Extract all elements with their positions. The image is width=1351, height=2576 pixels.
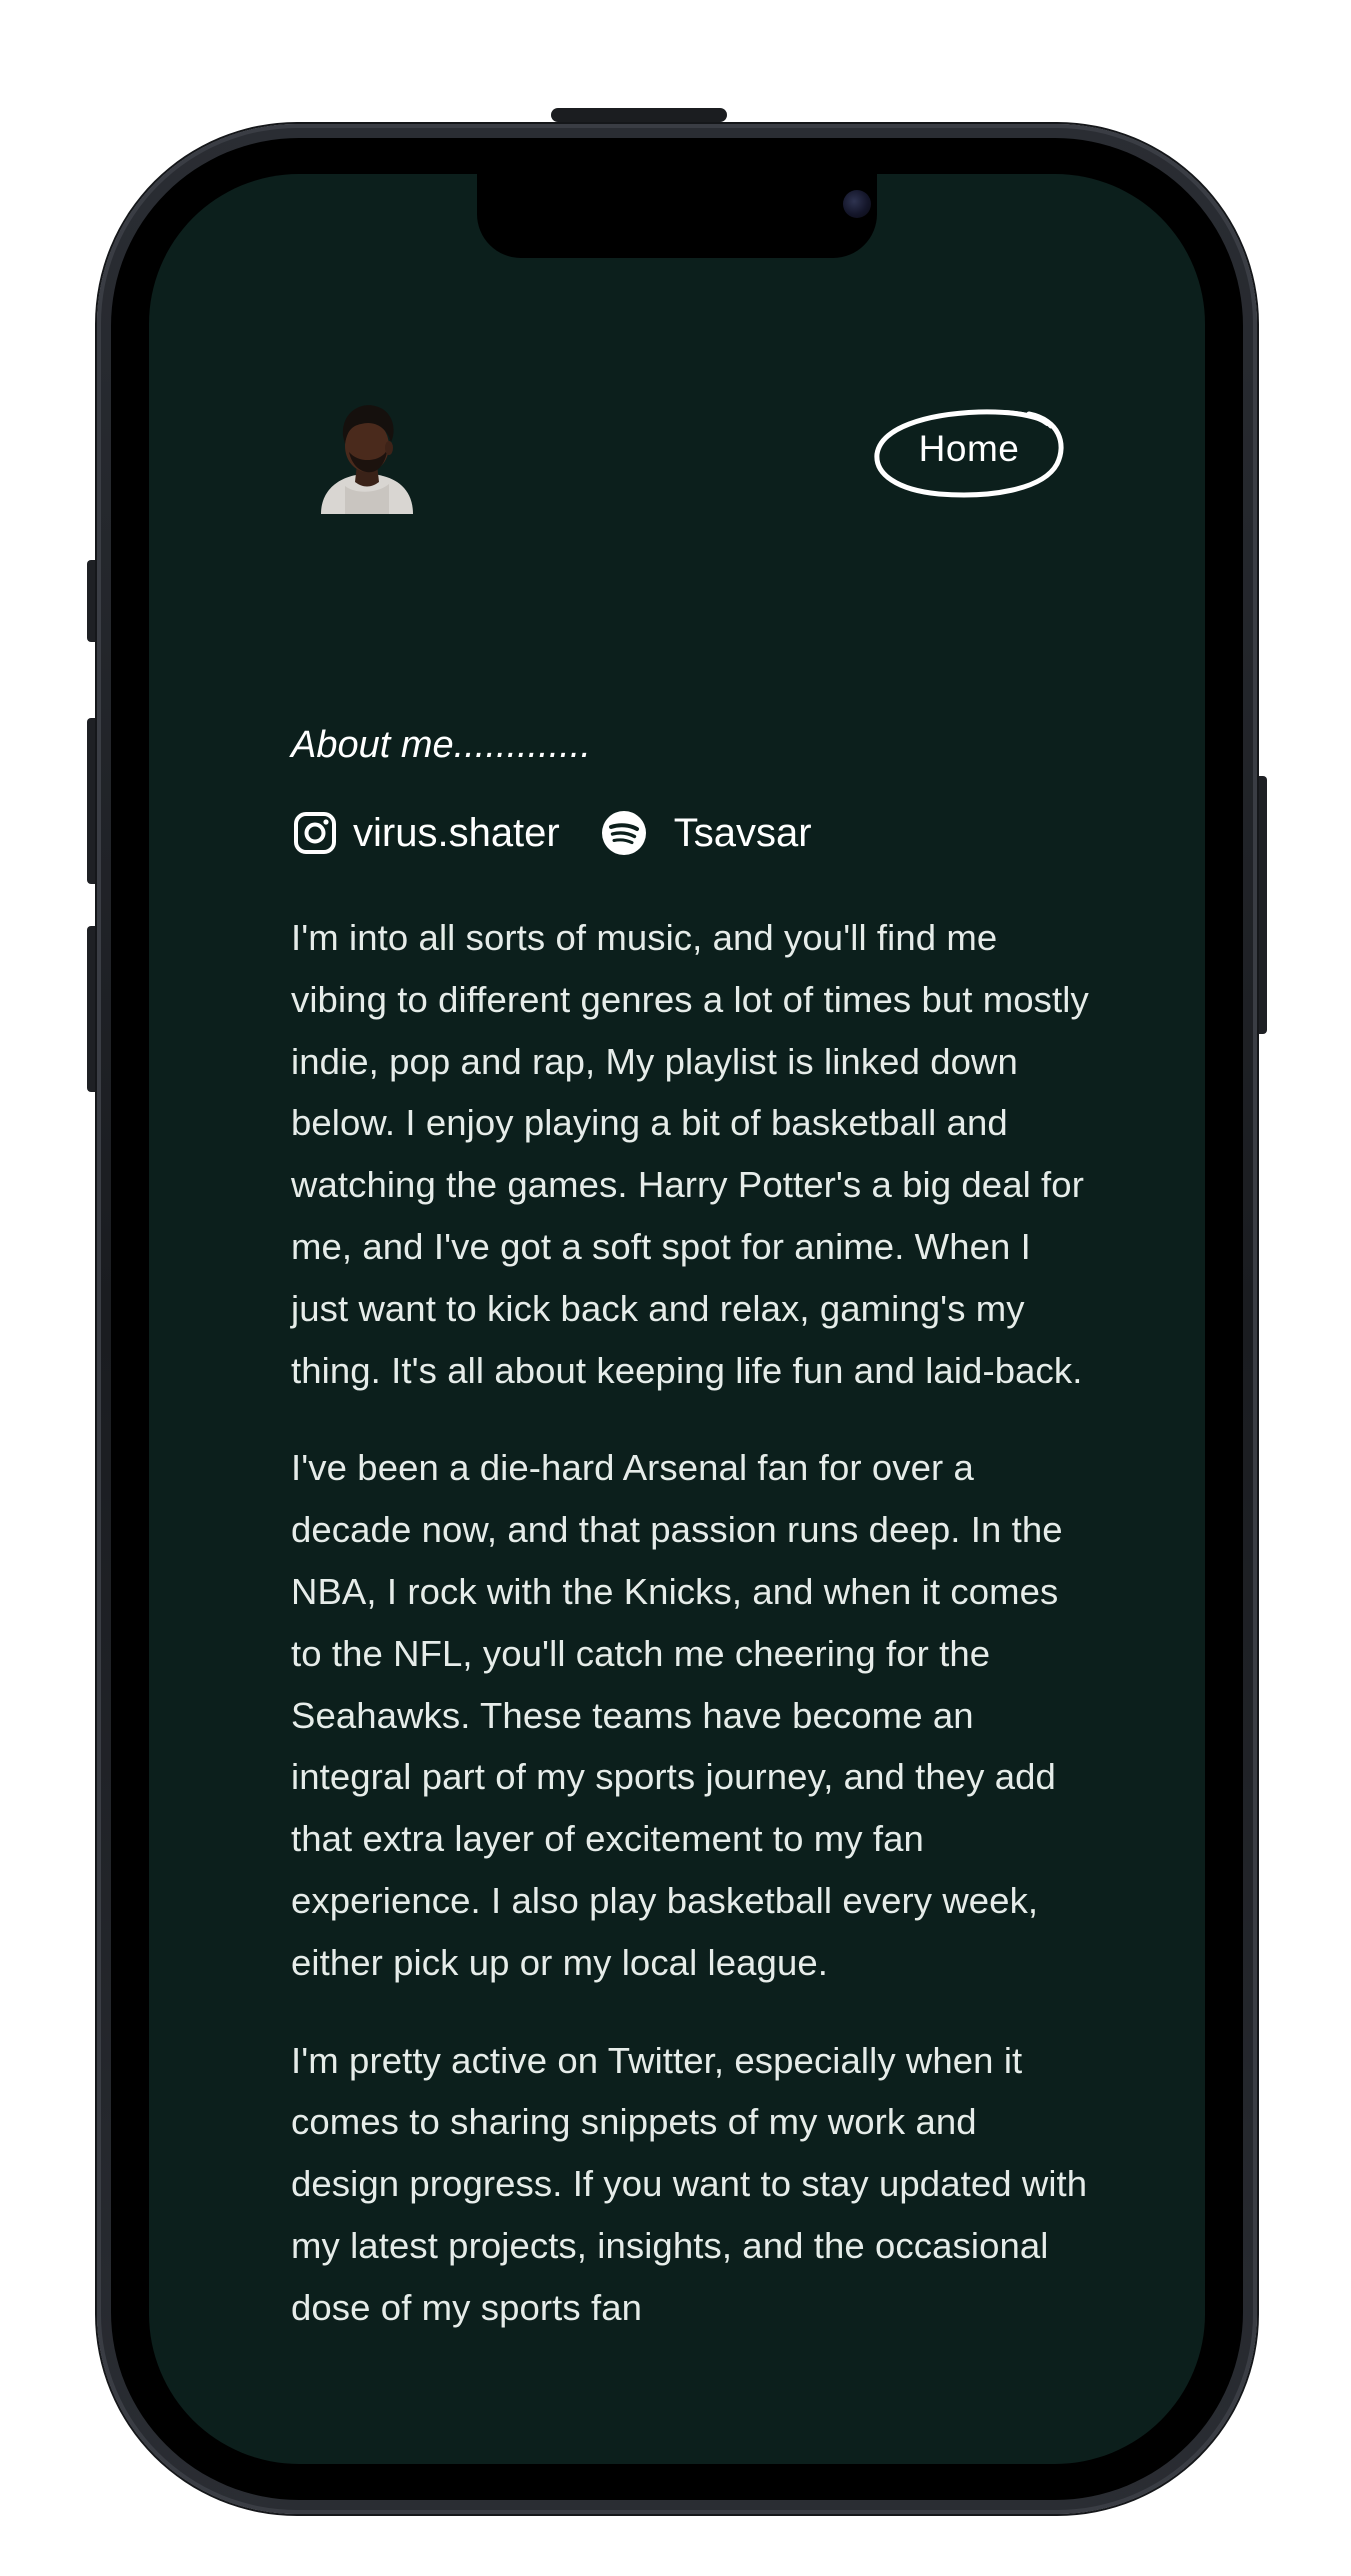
phone-screen: Home About me............. virus.shater — [149, 174, 1205, 2464]
instagram-icon — [291, 809, 339, 857]
spotify-icon — [600, 809, 648, 857]
avatar[interactable] — [315, 390, 415, 514]
nav-home-link[interactable]: Home — [869, 394, 1069, 504]
about-section: About me............. virus.shater Tsavs… — [291, 724, 1091, 2375]
earpiece-speaker — [551, 108, 727, 122]
spotify-username: Tsavsar — [673, 810, 812, 855]
mockup-stage: Home About me............. virus.shater — [0, 0, 1351, 2576]
about-paragraph-interests: I'm into all sorts of music, and you'll … — [291, 917, 1089, 1391]
about-heading: About me............. — [291, 724, 591, 766]
avatar-portrait-icon — [321, 405, 413, 514]
spotify-link[interactable]: Tsavsar — [600, 809, 812, 857]
instagram-handle: virus.shater — [353, 810, 560, 855]
nav-home-label: Home — [918, 428, 1020, 469]
about-paragraph-twitter: I'm pretty active on Twitter, especially… — [291, 2039, 1088, 2328]
social-links: virus.shater Tsavsar — [291, 803, 1091, 863]
notch — [477, 174, 877, 258]
front-camera-icon — [843, 190, 871, 218]
about-paragraph-sports: I've been a die-hard Arsenal fan for ove… — [291, 1447, 1063, 1983]
instagram-link[interactable]: virus.shater — [291, 809, 560, 857]
